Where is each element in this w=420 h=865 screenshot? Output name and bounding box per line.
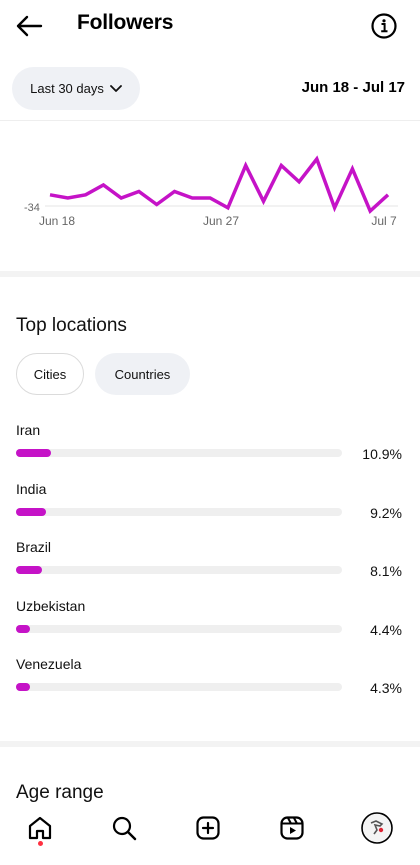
- section-divider: [0, 741, 420, 747]
- location-name: Venezuela: [16, 656, 82, 672]
- period-dropdown[interactable]: Last 30 days: [12, 67, 140, 110]
- location-name: Uzbekistan: [16, 597, 86, 614]
- followers-chart: -34Jun 18 Jun 27 Jul 7: [24, 155, 398, 228]
- location-bar-track: [16, 624, 342, 633]
- followers-series-line: [49, 155, 390, 214]
- page-title: Followers: [77, 11, 174, 34]
- location-bar-fill: [16, 624, 31, 633]
- location-bar-track: [16, 683, 342, 691]
- date-range: Jun 18 - Jul 17: [301, 79, 405, 96]
- tab-label: Countries: [114, 366, 171, 382]
- location-percent: 10.9%: [362, 446, 402, 462]
- x-tick-label: Jun 18: [39, 214, 75, 228]
- location-name: India: [16, 480, 47, 497]
- back-button[interactable]: [12, 10, 46, 42]
- nav-create[interactable]: [193, 813, 223, 843]
- info-circle-icon: [371, 13, 397, 39]
- x-tick-label: Jul 7: [371, 214, 397, 228]
- chevron-down-icon: [109, 84, 122, 92]
- period-label: Last 30 days: [30, 81, 104, 96]
- location-percent: 9.2%: [370, 504, 402, 521]
- location-bar-track: [16, 566, 342, 574]
- search-icon: [112, 816, 137, 841]
- location-name: Brazil: [16, 539, 52, 555]
- tab-cities[interactable]: Cities: [16, 353, 84, 395]
- x-tick-label: Jun 27: [203, 214, 239, 228]
- location-percent: 8.1%: [370, 563, 402, 579]
- location-name: Iran: [16, 422, 41, 438]
- arrow-left-icon: [16, 15, 43, 37]
- create-icon: [196, 816, 220, 840]
- section-divider: [0, 271, 420, 277]
- nav-reels[interactable]: [277, 813, 307, 843]
- nav-search[interactable]: [109, 813, 139, 843]
- top-locations-title: Top locations: [16, 315, 127, 336]
- location-percent: 4.4%: [370, 621, 402, 638]
- bottom-nav: [0, 805, 420, 865]
- reels-icon: [280, 816, 304, 840]
- location-bar-fill: [16, 507, 46, 516]
- location-bar-track: [16, 449, 342, 457]
- tab-label: Cities: [33, 366, 67, 382]
- home-icon: [28, 816, 52, 840]
- nav-profile[interactable]: [361, 812, 393, 844]
- location-bar-fill: [16, 566, 42, 574]
- location-percent: 4.3%: [370, 680, 402, 696]
- tab-countries[interactable]: Countries: [95, 353, 190, 395]
- location-bar-track: [16, 507, 342, 516]
- y-tick-label: -34: [24, 202, 40, 214]
- notification-dot: [38, 841, 43, 846]
- age-range-title: Age range: [16, 782, 104, 803]
- profile-avatar: [361, 812, 393, 844]
- info-button[interactable]: [370, 12, 398, 40]
- location-bar-fill: [16, 683, 30, 691]
- nav-home[interactable]: [25, 813, 55, 843]
- location-bar-fill: [16, 449, 51, 457]
